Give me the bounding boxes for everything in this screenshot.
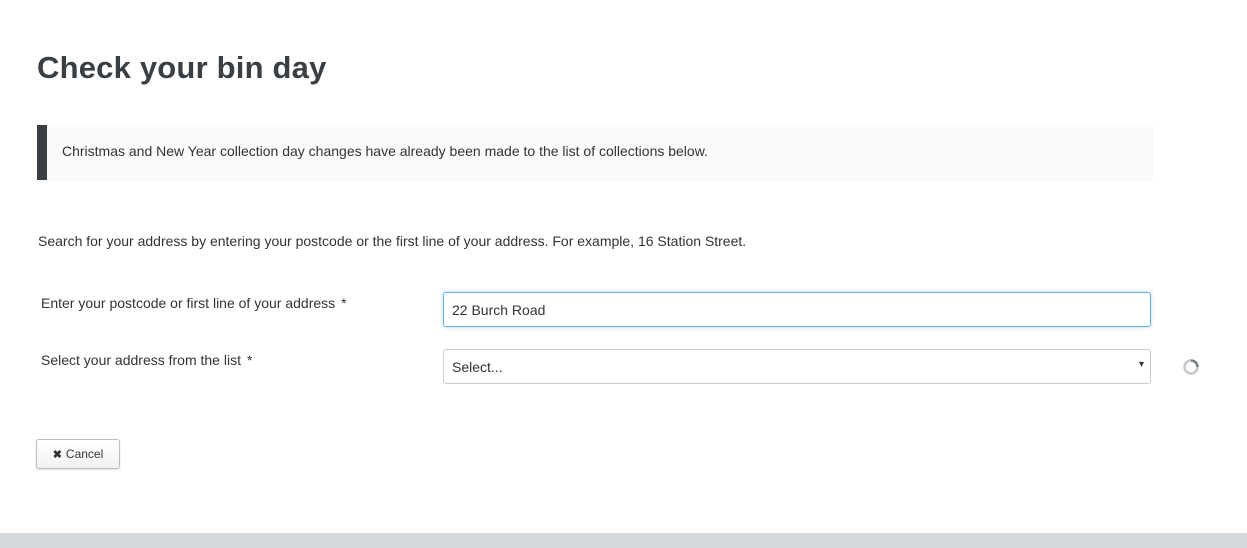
notice-banner: Christmas and New Year collection day ch… xyxy=(37,125,1151,180)
chevron-down-icon: ▾ xyxy=(1138,359,1144,370)
postcode-label-text: Enter your postcode or first line of you… xyxy=(41,295,336,311)
footer-bar xyxy=(0,533,1247,548)
page-title: Check your bin day xyxy=(37,50,327,85)
close-icon: ✖ xyxy=(52,449,62,461)
address-select[interactable]: Select... ▾ xyxy=(443,349,1151,384)
spinner-icon xyxy=(1183,359,1199,375)
address-label-text: Select your address from the list xyxy=(41,352,241,368)
postcode-input[interactable] xyxy=(443,292,1151,327)
required-marker: * xyxy=(246,352,253,368)
required-marker: * xyxy=(341,295,347,311)
address-label: Select your address from the list * xyxy=(41,352,252,368)
notice-text: Christmas and New Year collection day ch… xyxy=(62,143,708,159)
cancel-button[interactable]: ✖ Cancel xyxy=(36,439,120,469)
cancel-label: Cancel xyxy=(65,447,104,461)
search-instructions: Search for your address by entering your… xyxy=(38,233,747,249)
address-select-value: Select... xyxy=(452,359,503,375)
postcode-label: Enter your postcode or first line of you… xyxy=(41,295,347,311)
page: Check your bin day Christmas and New Yea… xyxy=(0,0,1247,548)
